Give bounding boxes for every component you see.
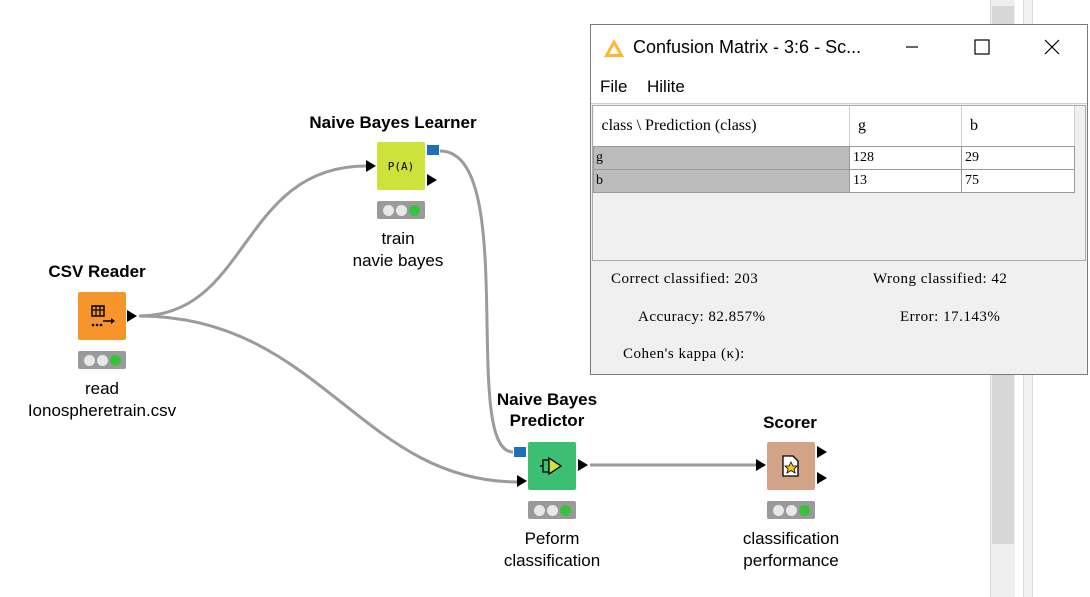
nb-predictor-node[interactable] <box>528 442 576 490</box>
column-header-g[interactable]: g <box>849 106 962 147</box>
menu-file[interactable]: File <box>600 77 627 97</box>
nb-predictor-output-port[interactable] <box>578 459 588 471</box>
minimize-button[interactable] <box>877 25 947 69</box>
nb-predictor-title: Naive Bayes Predictor <box>496 390 598 430</box>
status-light-green <box>798 504 810 516</box>
menu-hilite[interactable]: Hilite <box>647 77 685 97</box>
nb-predictor-status <box>528 501 576 519</box>
table-row[interactable]: g 128 29 <box>593 145 1075 170</box>
status-light-off <box>533 504 545 516</box>
minimize-icon <box>906 46 918 48</box>
status-light-green <box>109 354 121 366</box>
row-header-b[interactable]: b <box>593 168 850 193</box>
row-header-g[interactable]: g <box>593 145 850 170</box>
column-header-b[interactable]: b <box>961 106 1075 147</box>
status-light-off <box>395 204 407 216</box>
column-header-class[interactable]: class \ Prediction (class) <box>593 106 850 147</box>
table-cell[interactable]: 128 <box>849 145 962 170</box>
confusion-matrix-window[interactable]: Confusion Matrix - 3:6 - Sc... File Hili… <box>590 24 1088 375</box>
maximize-button[interactable] <box>947 25 1017 69</box>
window-titlebar[interactable]: Confusion Matrix - 3:6 - Sc... <box>591 25 1087 69</box>
probability-icon: P(A) <box>387 159 415 173</box>
wrong-classified: Wrong classified: 42 <box>873 271 1008 287</box>
table-header-row: class \ Prediction (class) g b <box>593 106 1075 147</box>
nb-learner-status <box>377 201 425 219</box>
cohens-kappa: Cohen's kappa (κ): <box>623 346 745 362</box>
nb-predictor-model-port[interactable] <box>514 447 526 457</box>
status-light-green <box>559 504 571 516</box>
status-light-off <box>546 504 558 516</box>
status-light-off <box>96 354 108 366</box>
nb-learner-title: Naive Bayes Learner <box>309 113 477 132</box>
knime-logo-icon <box>604 39 624 57</box>
window-title: Confusion Matrix - 3:6 - Sc... <box>633 37 862 57</box>
table-cell[interactable]: 13 <box>849 168 962 193</box>
nb-predictor-label[interactable]: Peform classification <box>442 528 662 572</box>
close-button[interactable] <box>1017 25 1087 69</box>
status-light-green <box>408 204 420 216</box>
nb-learner-input-port[interactable] <box>366 160 376 172</box>
nb-predictor-input-port[interactable] <box>517 475 527 487</box>
scorer-status <box>767 501 815 519</box>
status-light-off <box>772 504 784 516</box>
confusion-matrix-table: class \ Prediction (class) g b g 128 29 … <box>593 106 1075 193</box>
csv-reader-status <box>78 351 126 369</box>
scorer-label[interactable]: classification performance <box>681 528 901 572</box>
nb-learner-model-port[interactable] <box>427 145 439 155</box>
csv-reader-output-port[interactable] <box>127 310 137 322</box>
table-icon <box>78 292 126 340</box>
error-rate: Error: 17.143% <box>900 309 1001 325</box>
predictor-icon <box>528 442 576 490</box>
nb-learner-output-port[interactable] <box>427 174 437 186</box>
table-cell[interactable]: 75 <box>961 168 1075 193</box>
csv-reader-label[interactable]: read Ionospheretrain.csv <box>0 378 212 422</box>
nb-learner-label[interactable]: train navie bayes <box>288 228 508 272</box>
close-icon <box>1044 39 1060 55</box>
accuracy: Accuracy: 82.857% <box>638 309 766 325</box>
scorer-output-port-2[interactable] <box>817 472 827 484</box>
window-menubar: File Hilite <box>591 69 1087 104</box>
status-light-off <box>382 204 394 216</box>
scorer-node[interactable] <box>767 442 815 490</box>
table-row[interactable]: b 13 75 <box>593 168 1075 193</box>
correct-classified: Correct classified: 203 <box>611 271 759 287</box>
table-cell[interactable]: 29 <box>961 145 1075 170</box>
maximize-icon <box>974 39 990 55</box>
scorer-output-port-1[interactable] <box>817 446 827 458</box>
scorer-input-port[interactable] <box>756 459 766 471</box>
confusion-matrix-table-area: class \ Prediction (class) g b g 128 29 … <box>592 105 1086 261</box>
scorer-title: Scorer <box>763 413 817 432</box>
status-light-off <box>785 504 797 516</box>
scorer-document-icon <box>767 442 815 490</box>
status-light-off <box>83 354 95 366</box>
classification-stats: Correct classified: 203 Wrong classified… <box>591 261 1087 376</box>
csv-reader-title: CSV Reader <box>48 262 146 281</box>
csv-reader-node[interactable] <box>78 292 126 340</box>
nb-learner-node[interactable]: P(A) <box>377 142 425 190</box>
